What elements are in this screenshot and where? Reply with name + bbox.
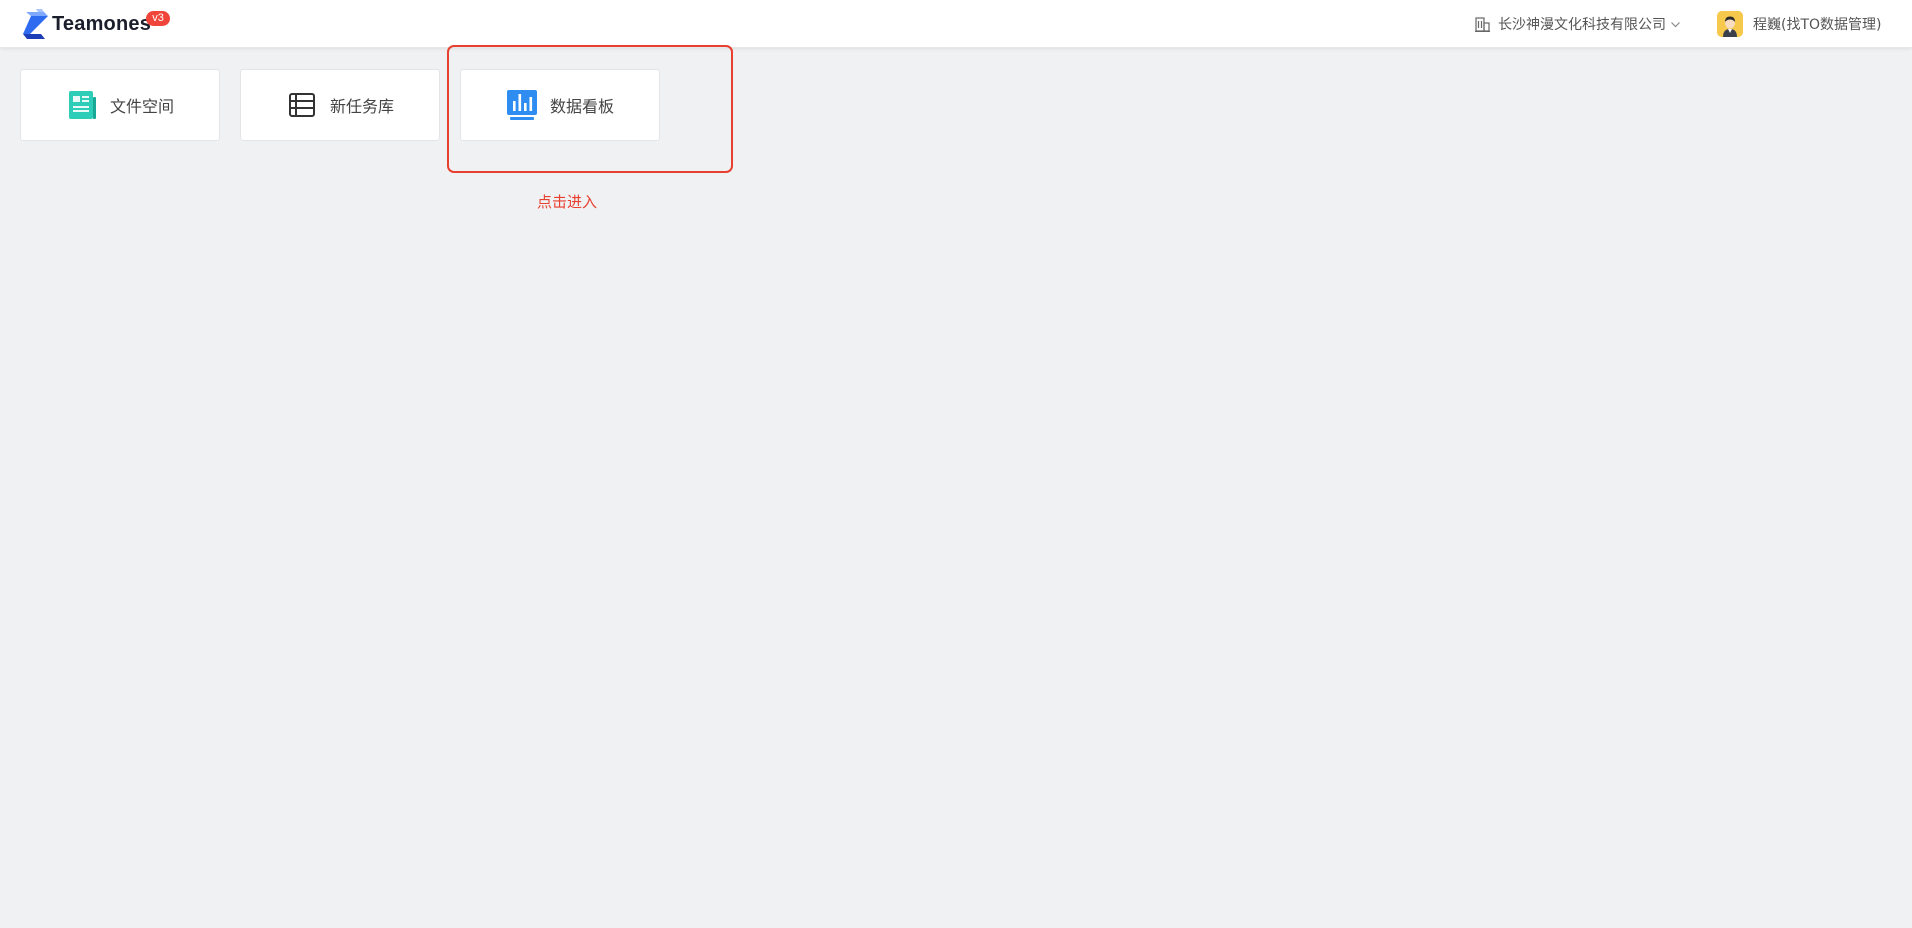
user-menu[interactable]: 程巍(找TO数据管理): [1717, 11, 1882, 37]
app-card-label: 新任务库: [329, 97, 394, 116]
avatar: [1717, 11, 1743, 37]
app-card-file-space[interactable]: 文件空间: [20, 69, 220, 141]
chevron-down-icon: [1671, 21, 1680, 27]
user-name: 程巍(找TO数据管理): [1753, 17, 1882, 33]
brand-logo[interactable]: Teamones: [22, 7, 151, 41]
brand-name: Teamones: [52, 12, 152, 35]
annotation-label: 点击进入: [537, 193, 598, 211]
top-navigation-bar: Teamones v3 长沙神漫文化科技有限公司 程巍(找TO数据管理): [0, 0, 1912, 48]
organization-switcher[interactable]: 长沙神漫文化科技有限公司: [1474, 13, 1681, 35]
app-card-label: 文件空间: [109, 97, 174, 116]
data-dashboard-icon: [506, 90, 537, 120]
building-icon: [1475, 16, 1490, 32]
app-card-task-library[interactable]: 新任务库: [240, 69, 440, 141]
teamones-logo-icon: [23, 9, 48, 39]
version-badge: v3: [146, 11, 170, 26]
file-space-icon: [68, 91, 96, 119]
organization-name: 长沙神漫文化科技有限公司: [1498, 17, 1666, 33]
app-card-label: 数据看板: [549, 97, 614, 116]
task-table-icon: [288, 93, 315, 117]
app-card-data-dashboard[interactable]: 数据看板: [460, 69, 660, 141]
user-avatar-icon: [1717, 11, 1743, 37]
